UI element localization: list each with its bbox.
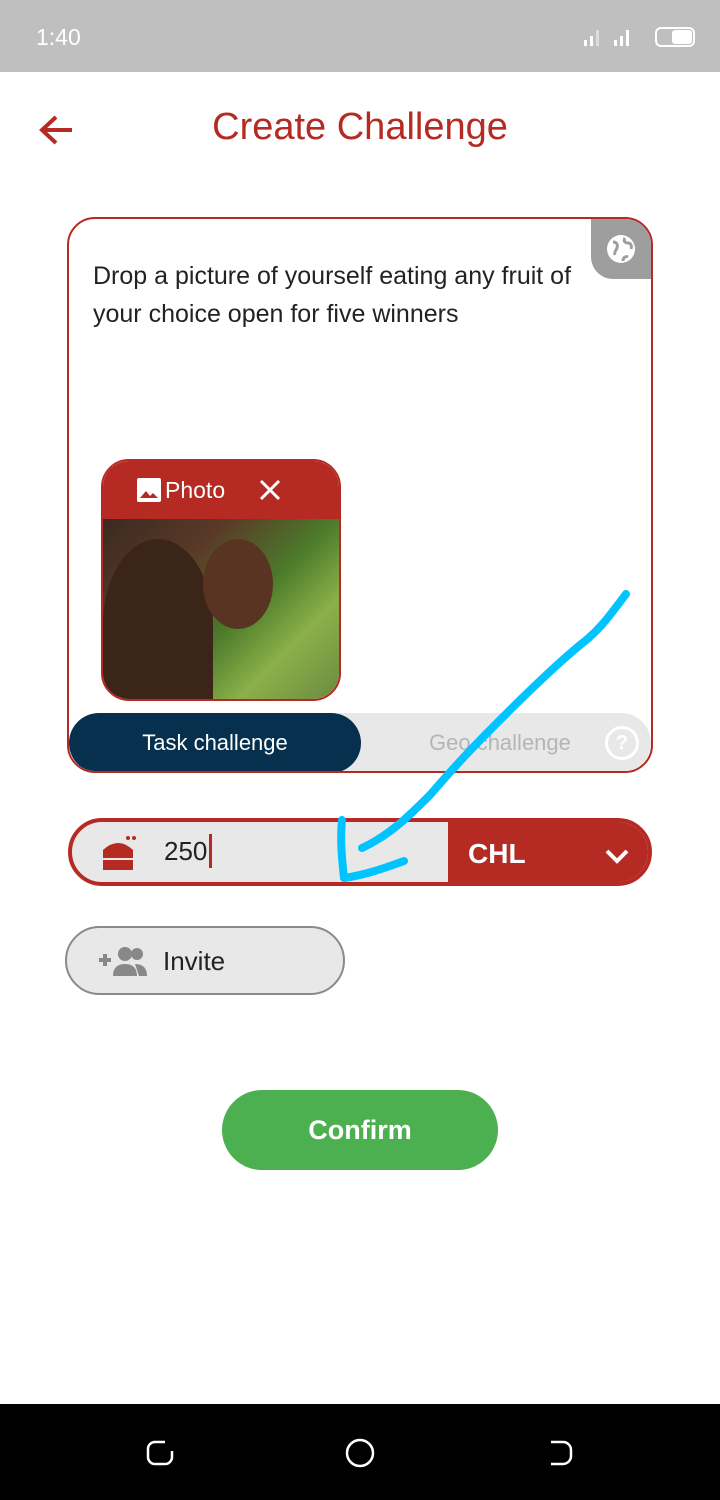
photo-label: Photo: [165, 476, 226, 503]
challenge-description[interactable]: Drop a picture of yourself eating any fr…: [93, 257, 613, 333]
add-group-icon: [99, 947, 147, 976]
tab-geo-challenge[interactable]: Geo challenge: [429, 730, 571, 756]
recents-icon[interactable]: [145, 1438, 175, 1468]
clock: 1:40: [36, 24, 81, 50]
challenge-card: Drop a picture of yourself eating any fr…: [67, 217, 653, 773]
status-bar: 1:40: [0, 0, 720, 72]
help-icon[interactable]: ?: [605, 726, 639, 760]
remove-photo-icon[interactable]: [259, 479, 281, 501]
attached-photo: [103, 519, 339, 699]
challenge-type-toggle: Task challenge Geo challenge ?: [69, 713, 651, 771]
invite-label: Invite: [163, 946, 226, 976]
image-icon: [137, 478, 161, 502]
treasure-chest-icon: [103, 836, 136, 870]
reward-amount-field[interactable]: 250 CHL: [68, 818, 652, 886]
system-nav-bar: [0, 1404, 720, 1500]
photo-attachment: Photo: [101, 459, 341, 701]
tab-task-challenge[interactable]: Task challenge: [69, 713, 361, 771]
currency-value: CHL: [468, 838, 526, 869]
chevron-down-icon: [605, 849, 629, 864]
battery-icon: [655, 27, 695, 47]
invite-button[interactable]: Invite: [65, 926, 345, 995]
currency-dropdown[interactable]: CHL: [448, 822, 648, 882]
confirm-button[interactable]: Confirm: [222, 1090, 498, 1170]
header: Create Challenge: [0, 100, 720, 160]
home-icon[interactable]: [344, 1437, 376, 1469]
signal-icon: [584, 30, 629, 46]
page-title: Create Challenge: [212, 106, 508, 148]
back-nav-icon[interactable]: [545, 1438, 575, 1468]
amount-input[interactable]: 250: [164, 834, 213, 868]
